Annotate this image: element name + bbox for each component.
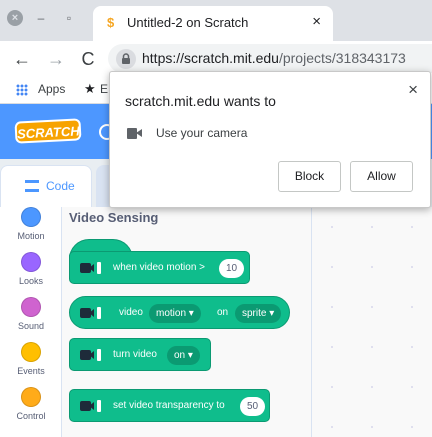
block-text: when video motion > xyxy=(113,262,206,273)
when-video-motion-block[interactable]: when video motion > 10 xyxy=(69,251,250,284)
window-close-button[interactable]: × xyxy=(7,10,23,26)
star-icon[interactable]: ★ xyxy=(84,81,96,97)
category-looks-dot xyxy=(21,252,41,272)
video-state-dropdown[interactable]: on ▾ xyxy=(167,346,200,365)
popup-close-icon[interactable]: × xyxy=(408,80,418,100)
browser-tab-strip: × – ▫ $ Untitled-2 on Scratch × xyxy=(0,0,432,41)
category-sound-label: Sound xyxy=(17,321,45,331)
category-looks[interactable]: Looks xyxy=(0,252,62,286)
video-target-dropdown[interactable]: sprite ▾ xyxy=(235,304,282,323)
camera-icon xyxy=(127,128,143,139)
video-attribute-dropdown[interactable]: motion ▾ xyxy=(149,304,201,323)
script-area[interactable] xyxy=(312,207,432,437)
address-bar[interactable]: https://scratch.mit.edu/projects/3183431… xyxy=(108,44,432,73)
category-control-dot xyxy=(21,387,41,407)
video-sensing-icon xyxy=(80,307,101,319)
category-looks-label: Looks xyxy=(18,276,44,286)
permission-text: Use your camera xyxy=(156,126,248,140)
url-text[interactable]: https://scratch.mit.edu/projects/3183431… xyxy=(142,50,406,66)
block-text: set video transparency to xyxy=(113,400,225,411)
bookmark-partial[interactable]: E xyxy=(100,82,108,96)
blocks-palette: Video Sensing when video motion > 10 vid… xyxy=(62,207,312,437)
window-maximize-button[interactable]: ▫ xyxy=(61,10,77,26)
category-sound-dot xyxy=(21,297,41,317)
camera-permission-popup: scratch.mit.edu wants to × Use your came… xyxy=(109,71,431,208)
category-motion[interactable]: Motion xyxy=(0,207,62,241)
code-tab-icon xyxy=(25,180,39,192)
forward-arrow-icon[interactable]: → xyxy=(44,47,68,71)
video-sensing-icon xyxy=(80,349,101,361)
video-attribute-reporter[interactable]: video motion ▾ on sprite ▾ xyxy=(69,296,290,329)
tab-code[interactable]: Code xyxy=(0,165,92,207)
category-menu: Motion Looks Sound Events Control xyxy=(0,207,62,437)
category-motion-label: Motion xyxy=(17,231,45,241)
browser-tab-active[interactable]: $ Untitled-2 on Scratch × xyxy=(93,6,333,41)
transparency-input[interactable]: 50 xyxy=(240,397,266,416)
palette-section-title: Video Sensing xyxy=(69,210,159,225)
category-control-label: Control xyxy=(16,411,46,421)
lock-icon[interactable] xyxy=(116,49,136,69)
scratch-logo[interactable]: SCRATCH xyxy=(14,118,82,144)
category-motion-dot xyxy=(21,207,41,227)
block-text: video xyxy=(119,307,143,318)
tab-title: Untitled-2 on Scratch xyxy=(127,15,249,30)
category-events-label: Events xyxy=(17,366,45,376)
category-events[interactable]: Events xyxy=(0,342,62,376)
url-path: /projects/318343173 xyxy=(278,50,406,66)
url-host: https://scratch.mit.edu xyxy=(142,50,279,66)
turn-video-block[interactable]: turn video on ▾ xyxy=(69,338,211,371)
reload-icon[interactable]: C xyxy=(76,47,100,71)
tab-close-icon[interactable]: × xyxy=(312,13,321,30)
block-text: on xyxy=(217,307,229,318)
scratch-favicon-icon: $ xyxy=(107,15,115,30)
allow-button[interactable]: Allow xyxy=(350,161,413,192)
block-text: turn video xyxy=(113,349,157,360)
set-video-transparency-block[interactable]: set video transparency to 50 xyxy=(69,389,270,422)
popup-title: scratch.mit.edu wants to xyxy=(125,93,276,109)
motion-threshold-input[interactable]: 10 xyxy=(219,259,245,278)
apps-grid-icon[interactable] xyxy=(16,84,28,96)
category-events-dot xyxy=(21,342,41,362)
category-sound[interactable]: Sound xyxy=(0,297,62,331)
window-minimize-button[interactable]: – xyxy=(33,10,49,26)
video-sensing-icon xyxy=(80,262,101,274)
category-control[interactable]: Control xyxy=(0,387,62,421)
back-arrow-icon[interactable]: ← xyxy=(10,47,34,71)
apps-bookmark[interactable]: Apps xyxy=(38,82,65,96)
block-button[interactable]: Block xyxy=(278,161,341,192)
video-sensing-icon xyxy=(80,400,101,412)
code-tab-label: Code xyxy=(46,179,75,193)
